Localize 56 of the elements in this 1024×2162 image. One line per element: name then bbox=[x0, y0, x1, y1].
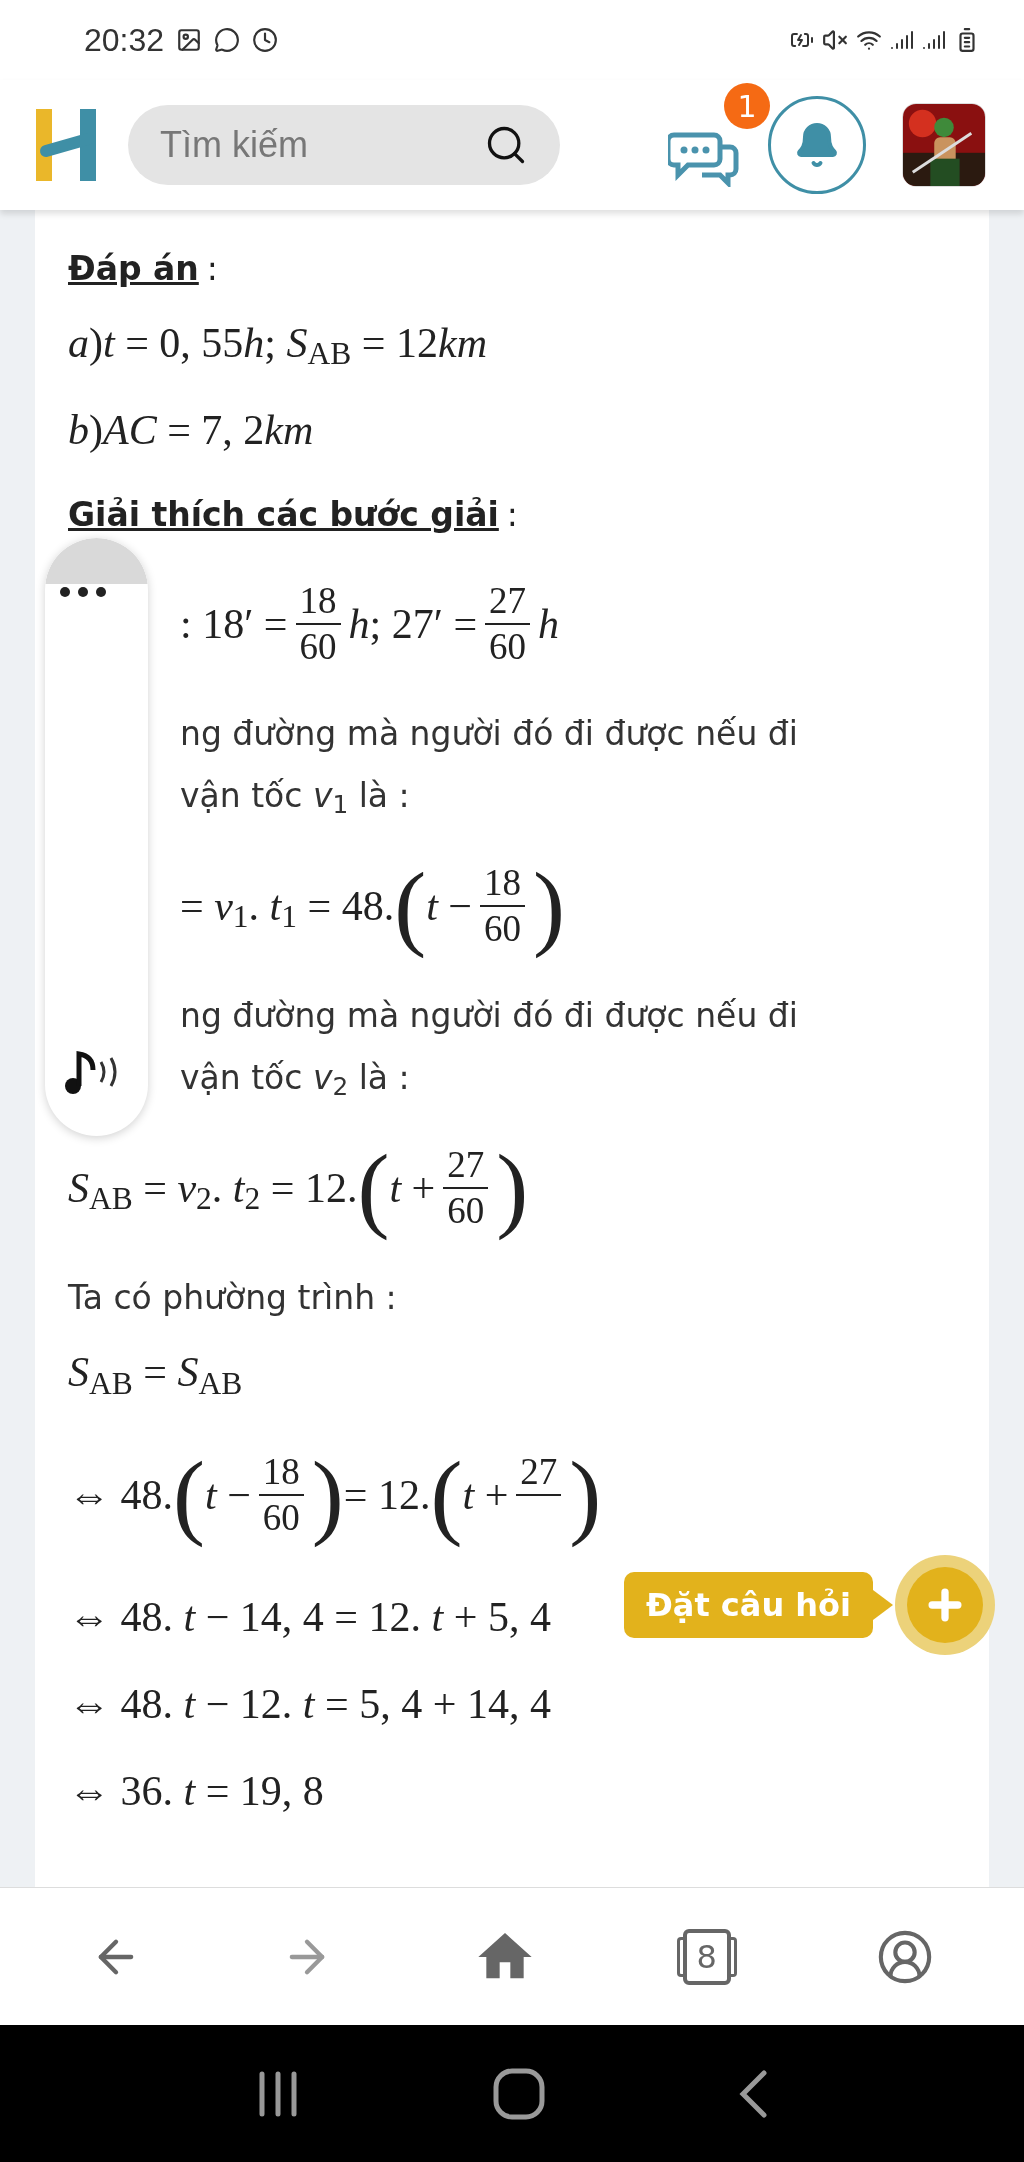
notification-badge: 1 bbox=[724, 83, 770, 129]
fraction-denominator: 60 bbox=[298, 625, 338, 669]
explanation-text: ng đường mà người đó đi được nếu đi bbox=[180, 713, 798, 755]
math-text: : 18′ = bbox=[180, 599, 288, 649]
math-text: S$_{AB}$ = S$_{AB}$ bbox=[68, 1348, 243, 1403]
signal-icon bbox=[890, 28, 914, 52]
gallery-icon bbox=[176, 27, 203, 53]
fraction-numerator: 18 bbox=[483, 861, 523, 905]
clock-icon bbox=[252, 27, 279, 53]
section-heading: Giải thích các bước giải bbox=[68, 493, 499, 536]
fraction-denominator: 60 bbox=[446, 1189, 486, 1233]
math-text: h; S$_{AB}$ = 12 bbox=[243, 318, 438, 374]
explanation-text: vận tốc v$_{1}$ là : bbox=[180, 775, 410, 822]
colon: : bbox=[506, 493, 518, 536]
back-button-icon[interactable] bbox=[737, 2069, 768, 2118]
math-text: t + bbox=[389, 1163, 436, 1213]
explanation-text: Ta có phường trình : bbox=[68, 1277, 397, 1319]
more-icon[interactable] bbox=[59, 586, 109, 598]
signal-icon bbox=[922, 28, 946, 52]
math-text: h bbox=[538, 599, 560, 649]
math-text: km bbox=[264, 405, 314, 455]
explanation-text: ng đường mà người đó đi được nếu đi bbox=[180, 995, 798, 1037]
explanation-text: vận tốc v$_{2}$ là : bbox=[180, 1057, 410, 1104]
status-time: 20:32 bbox=[84, 21, 165, 60]
math-text: h; 27′ = bbox=[348, 599, 478, 649]
math-text: km bbox=[438, 318, 487, 368]
home-button-icon[interactable] bbox=[493, 2067, 545, 2120]
math-text: b)AC = 7, 2 bbox=[68, 405, 265, 455]
math-text: = v$_{1}$. t$_{1}$ = 48. bbox=[180, 881, 395, 937]
pointer-icon bbox=[873, 1590, 894, 1620]
math-text: t − bbox=[204, 1470, 251, 1520]
math-text: t − bbox=[426, 881, 473, 931]
math-text: ⇔ 48. bbox=[68, 1470, 173, 1520]
fraction-numerator: 18 bbox=[298, 579, 338, 623]
fraction-denominator: 60 bbox=[488, 625, 528, 669]
search-bar[interactable]: Tìm kiếm bbox=[128, 105, 560, 185]
logo-icon bbox=[34, 107, 98, 183]
fraction-denominator: 60 bbox=[261, 1496, 301, 1540]
fraction-numerator: 27 bbox=[519, 1450, 559, 1494]
fraction-denominator: 60 bbox=[483, 907, 523, 951]
math-text: t + bbox=[462, 1470, 509, 1520]
math-text: S$_{AB}$ = v$_{2}$. t$_{2}$ = 12. bbox=[68, 1163, 358, 1219]
fraction-numerator: 27 bbox=[488, 579, 528, 623]
math-text: ⇔ 36. t = 19, 8 bbox=[68, 1767, 324, 1816]
fraction-numerator: 27 bbox=[446, 1143, 486, 1187]
math-text: a)t = 0, 55 bbox=[68, 318, 244, 368]
search-field[interactable]: Tìm kiếm bbox=[160, 118, 484, 172]
math-text: = 12. bbox=[343, 1470, 431, 1520]
colon: : bbox=[206, 248, 218, 290]
notifications-button[interactable] bbox=[768, 96, 866, 194]
math-text: ⇔ 48. t − 14, 4 = 12. t + 5, 4 bbox=[68, 1593, 551, 1642]
math-text: ⇔ 48. t − 12. t = 5, 4 + 14, 4 bbox=[68, 1680, 551, 1729]
fraction-numerator: 18 bbox=[261, 1450, 301, 1494]
messenger-icon bbox=[214, 27, 241, 53]
section-heading: Đáp án bbox=[68, 248, 199, 290]
mute-icon bbox=[822, 27, 848, 53]
